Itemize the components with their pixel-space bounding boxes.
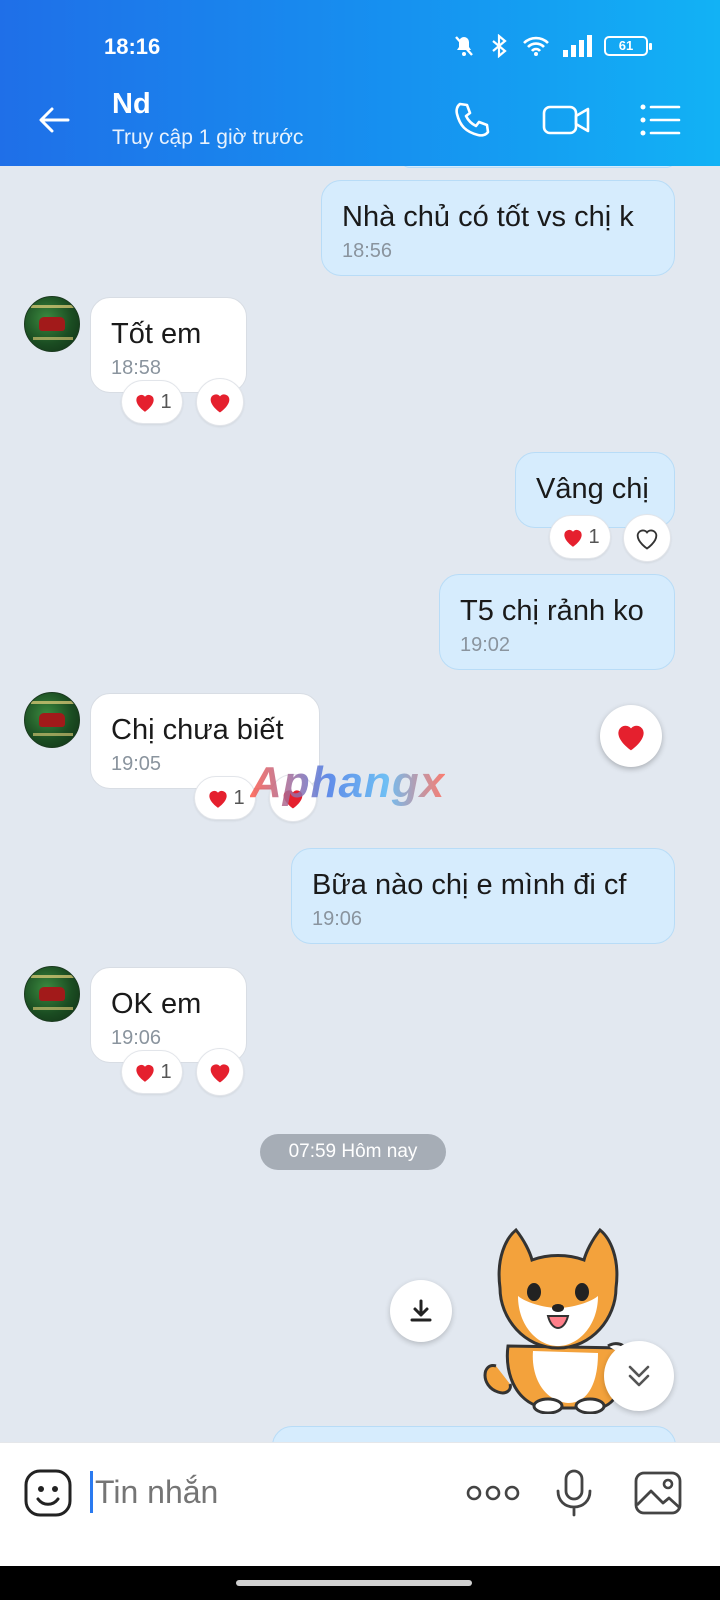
avatar[interactable] [24,692,80,748]
status-icons: 61 [452,34,652,58]
react-heart-button[interactable] [196,378,244,426]
mute-icon [455,36,473,56]
scroll-down-button[interactable] [604,1341,674,1411]
message-input[interactable] [90,1471,390,1513]
system-nav-bar [0,1566,720,1600]
avatar[interactable] [24,966,80,1022]
heart-icon [564,529,583,547]
message-text: Tốt em [111,318,202,350]
back-arrow-icon[interactable] [34,100,74,140]
heart-icon [210,394,230,413]
heart-icon [210,1064,230,1083]
reaction-count: 1 [233,786,245,809]
video-call-icon[interactable] [542,98,592,142]
message-text: T5 chị rảnh ko [460,595,644,627]
phone-icon[interactable] [450,98,494,142]
reaction-count: 1 [160,390,172,413]
wifi-icon [523,36,549,56]
message-time: 19:02 [460,634,511,656]
date-separator: 07:59 Hôm nay [260,1134,446,1170]
react-heart-button[interactable] [623,514,671,562]
last-seen-status: Truy cập 1 giờ trước [112,126,304,149]
react-heart-button[interactable] [196,1048,244,1096]
more-icon[interactable] [464,1467,522,1519]
reaction-badge[interactable]: 1 [121,1050,183,1094]
watermark: Aphangx [250,758,446,807]
emoji-icon[interactable] [22,1467,74,1519]
message-text: Nhà chủ có tốt vs chị k [342,201,634,233]
reaction-badge[interactable]: 1 [121,380,183,424]
download-icon [410,1299,432,1322]
download-button[interactable] [390,1280,452,1342]
message-time: 18:58 [111,357,162,379]
bluetooth-icon [492,34,507,58]
message-text: OK em [111,988,202,1020]
menu-icon[interactable] [638,98,682,142]
quick-heart-button[interactable] [600,705,662,767]
message-time: 19:06 [111,1027,162,1049]
heart-icon [136,1064,155,1082]
mic-icon[interactable] [548,1467,600,1519]
reaction-count: 1 [160,1060,172,1083]
contact-name[interactable]: Nd [112,88,151,121]
reaction-count: 1 [588,525,600,548]
signal-icon [563,35,592,57]
message-input-bar [0,1442,720,1566]
heart-icon [136,394,155,412]
scroll-down-icon [628,1365,650,1387]
avatar[interactable] [24,296,80,352]
status-bar: 18:16 61 [0,0,720,72]
reaction-badge[interactable]: 1 [549,515,611,559]
home-gesture-bar[interactable] [236,1580,472,1586]
heart-icon [618,725,644,751]
reaction-badge[interactable]: 1 [194,776,256,820]
image-icon[interactable] [632,1467,684,1519]
top-bar: 18:16 61 Nd Truy cập 1 giờ trước [0,0,720,166]
message-bubble-outgoing[interactable]: Bữa nào chị e mình đi cf 19:06 [291,848,675,944]
previous-message-edge [400,166,676,168]
message-bubble-outgoing[interactable]: T5 chị rảnh ko 19:02 [439,574,675,670]
battery-indicator: 61 [604,36,652,56]
message-bubble-outgoing[interactable]: Nhà chủ có tốt vs chị k 18:56 [321,180,675,276]
chat-header: Nd Truy cập 1 giờ trước [0,72,720,166]
heart-outline-icon [636,529,658,550]
message-time: 18:56 [342,240,393,262]
message-text: Vâng chị [536,473,649,505]
message-time: 19:06 [312,908,363,930]
chat-area[interactable]: Nhà chủ có tốt vs chị k 18:56 Tốt em 18:… [0,166,720,1472]
message-text: Chị chưa biết [111,714,284,746]
heart-icon [209,790,228,808]
message-text: Bữa nào chị e mình đi cf [312,869,627,901]
status-time: 18:16 [104,34,161,59]
